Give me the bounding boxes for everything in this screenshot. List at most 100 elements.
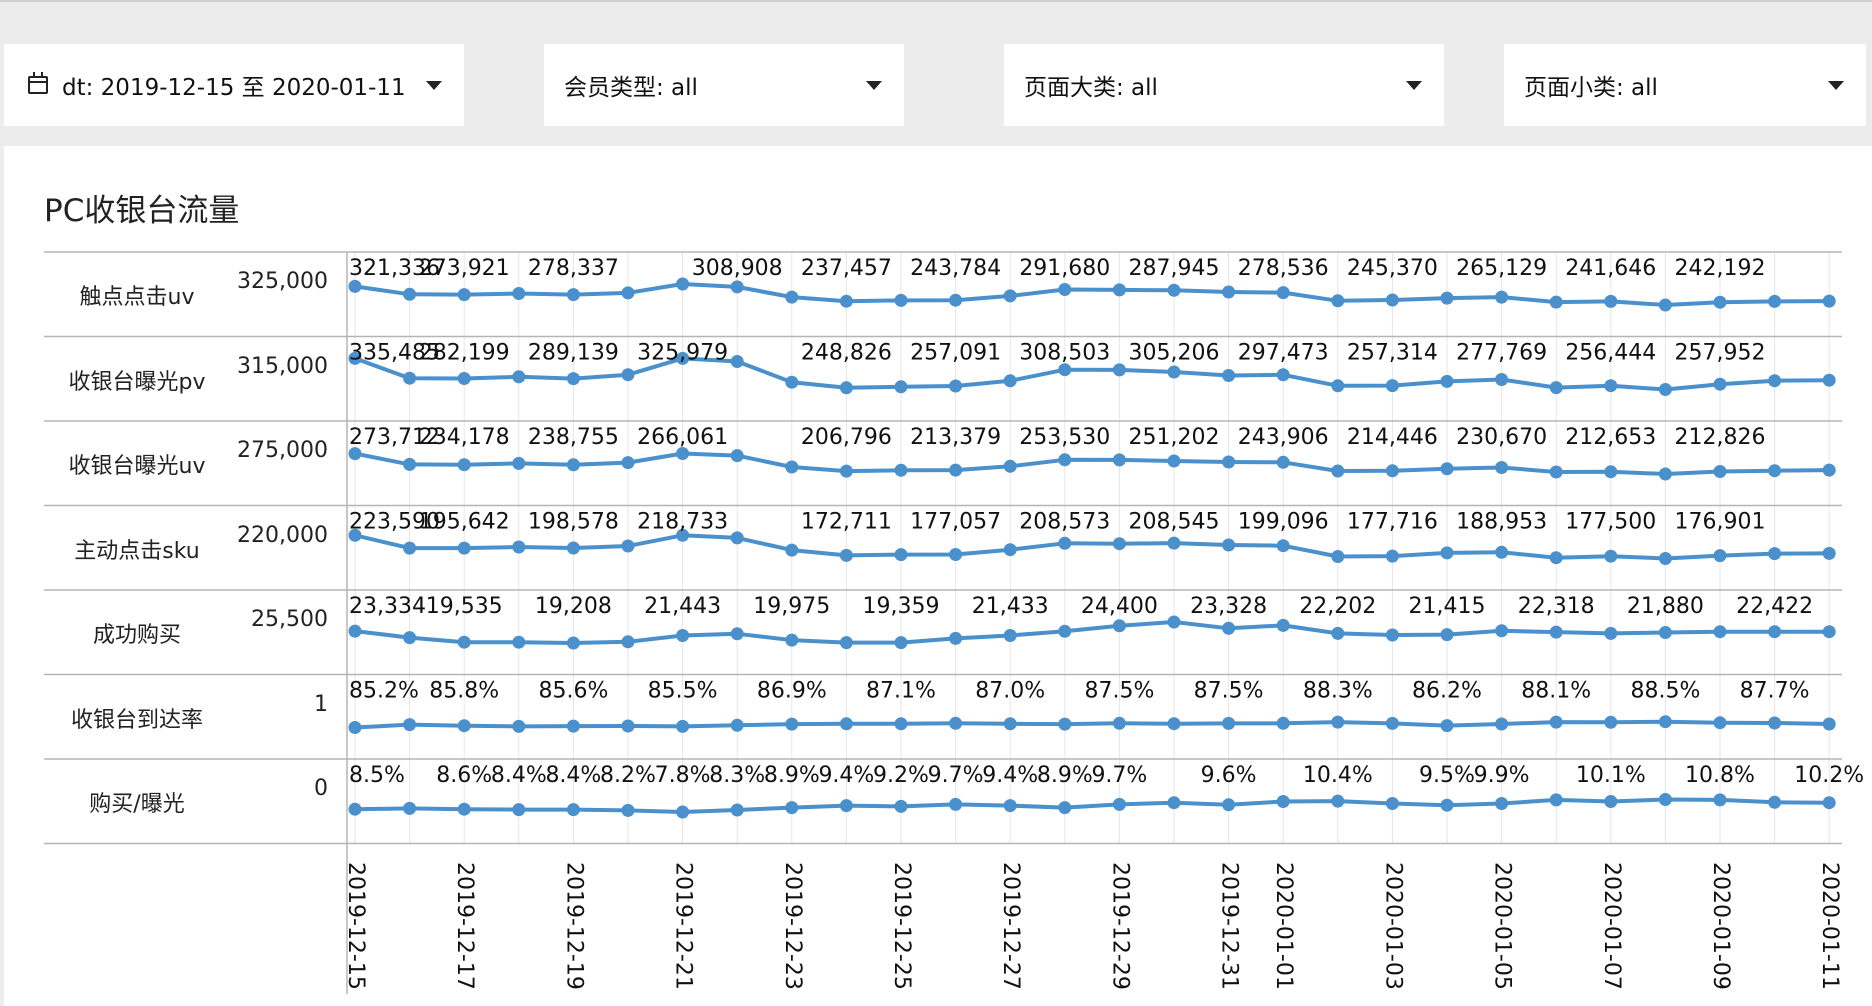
data-label: 253,530 xyxy=(1019,425,1110,450)
data-point xyxy=(1112,797,1126,811)
data-label: 238,755 xyxy=(528,425,619,450)
data-point xyxy=(1440,719,1454,733)
data-point xyxy=(730,280,744,294)
data-point xyxy=(785,375,799,389)
data-point xyxy=(1495,797,1509,810)
data-point xyxy=(1604,294,1618,308)
data-label: 308,908 xyxy=(692,256,783,281)
data-point xyxy=(348,624,362,638)
data-point xyxy=(1276,716,1290,730)
data-point xyxy=(403,457,417,471)
data-point xyxy=(676,277,690,291)
data-label: 22,202 xyxy=(1299,594,1376,619)
data-point xyxy=(621,368,635,382)
data-point xyxy=(1167,536,1181,550)
data-label: 248,826 xyxy=(801,341,892,366)
x-tick-label: 2019-12-25 xyxy=(889,862,914,990)
data-label: 243,784 xyxy=(910,256,1001,281)
data-point xyxy=(894,293,908,307)
data-point xyxy=(1440,462,1454,476)
data-point xyxy=(566,541,580,555)
data-point xyxy=(839,464,853,478)
data-point xyxy=(1276,795,1290,808)
data-point xyxy=(403,631,417,645)
data-label: 21,415 xyxy=(1409,594,1486,619)
data-point xyxy=(1768,374,1782,388)
data-point xyxy=(403,541,417,555)
data-label: 172,711 xyxy=(801,510,892,535)
data-point xyxy=(1713,716,1727,730)
x-tick-label: 2020-01-09 xyxy=(1708,862,1733,990)
data-point xyxy=(949,548,963,561)
data-point xyxy=(1112,619,1126,633)
data-point xyxy=(949,463,963,477)
data-label: 278,536 xyxy=(1238,256,1329,281)
data-point xyxy=(1222,798,1236,812)
data-point xyxy=(1768,547,1782,561)
data-point xyxy=(1495,545,1509,559)
data-point xyxy=(1822,796,1836,810)
data-point xyxy=(621,539,635,553)
data-point xyxy=(839,294,853,308)
data-label: 21,880 xyxy=(1627,594,1704,619)
data-label: 9.7% xyxy=(928,763,984,788)
data-label: 9.5% xyxy=(1419,763,1475,788)
data-label: 206,796 xyxy=(801,425,892,450)
data-label: 10.8% xyxy=(1685,763,1755,788)
data-point xyxy=(1440,374,1454,388)
data-point xyxy=(1713,465,1727,478)
data-point xyxy=(1222,716,1236,730)
data-label: 277,769 xyxy=(1456,341,1547,366)
data-point xyxy=(1713,625,1727,639)
data-point xyxy=(894,717,908,731)
data-label: 265,129 xyxy=(1456,256,1547,281)
data-label: 9.6% xyxy=(1201,763,1257,788)
data-label: 188,953 xyxy=(1456,510,1547,535)
data-point xyxy=(1822,294,1836,308)
data-point xyxy=(1058,283,1072,296)
data-point xyxy=(1495,461,1509,474)
data-point xyxy=(1112,363,1126,377)
data-point xyxy=(512,719,526,733)
data-point xyxy=(1058,801,1072,815)
data-point xyxy=(1768,716,1782,730)
data-label: 22,318 xyxy=(1518,594,1595,619)
data-point xyxy=(1331,464,1345,478)
data-label: 21,433 xyxy=(972,594,1049,619)
data-point xyxy=(894,463,908,477)
data-point xyxy=(1713,793,1727,807)
data-point xyxy=(1658,383,1672,396)
data-label: 308,503 xyxy=(1019,341,1110,366)
data-point xyxy=(1385,293,1399,307)
data-label: 21,443 xyxy=(644,594,721,619)
data-label: 241,646 xyxy=(1565,256,1656,281)
data-label: 256,444 xyxy=(1565,341,1656,366)
data-point xyxy=(1549,625,1563,639)
data-point xyxy=(1222,369,1236,382)
data-point xyxy=(839,381,853,395)
data-label: 19,208 xyxy=(535,594,612,619)
x-tick-label: 2019-12-31 xyxy=(1217,862,1242,990)
data-point xyxy=(403,371,417,385)
x-tick-label: 2019-12-19 xyxy=(561,862,586,990)
data-point xyxy=(1222,285,1236,299)
data-point xyxy=(348,721,362,734)
data-point xyxy=(403,287,417,301)
data-point xyxy=(1276,618,1290,632)
data-point xyxy=(949,797,963,811)
data-label: 8.4% xyxy=(545,763,601,788)
data-point xyxy=(512,803,526,817)
x-tick-label: 2020-01-07 xyxy=(1599,862,1624,990)
data-point xyxy=(1604,465,1618,479)
data-point xyxy=(1713,549,1727,563)
data-point xyxy=(785,290,799,304)
data-label: 305,206 xyxy=(1129,341,1220,366)
x-tick-label: 2019-12-15 xyxy=(343,862,368,990)
data-point xyxy=(1440,291,1454,305)
data-label: 278,337 xyxy=(528,256,619,281)
data-label: 257,314 xyxy=(1347,341,1438,366)
data-point xyxy=(1058,717,1072,731)
data-label: 22,422 xyxy=(1736,594,1813,619)
x-tick-label: 2020-01-11 xyxy=(1817,862,1842,990)
data-label: 237,457 xyxy=(801,256,892,281)
